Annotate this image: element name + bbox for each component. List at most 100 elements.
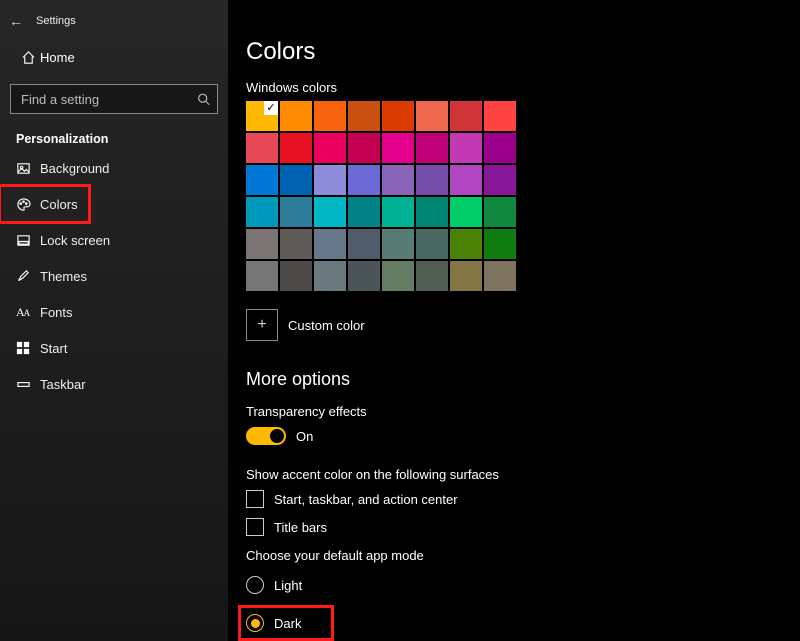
sidebar: ← Settings Home Personalization Backgrou… <box>0 0 228 641</box>
color-swatch[interactable] <box>246 133 278 163</box>
color-swatch[interactable] <box>382 165 414 195</box>
page-title: Colors <box>246 38 800 66</box>
sidebar-item-home[interactable]: Home <box>0 40 228 74</box>
radio-dark[interactable]: Dark <box>246 609 800 637</box>
nav-label: Fonts <box>40 305 73 320</box>
color-swatch[interactable] <box>416 101 448 131</box>
color-swatch[interactable] <box>450 229 482 259</box>
color-swatch[interactable] <box>450 165 482 195</box>
color-swatch[interactable] <box>246 261 278 291</box>
color-swatch[interactable] <box>450 197 482 227</box>
color-swatch[interactable] <box>348 197 380 227</box>
color-swatch[interactable] <box>450 261 482 291</box>
custom-color-label: Custom color <box>288 318 365 333</box>
radio-light[interactable]: Light <box>246 571 800 599</box>
toggle-switch-icon <box>246 427 286 445</box>
custom-color-button[interactable]: + Custom color <box>246 309 800 341</box>
nav-label: Taskbar <box>40 377 86 392</box>
color-swatch[interactable] <box>348 165 380 195</box>
nav-label: Colors <box>40 197 78 212</box>
color-swatch[interactable] <box>246 197 278 227</box>
color-swatch[interactable] <box>382 197 414 227</box>
radio-icon <box>246 576 264 594</box>
color-swatch[interactable] <box>314 101 346 131</box>
color-swatch[interactable] <box>416 261 448 291</box>
color-swatch[interactable] <box>484 197 516 227</box>
brush-icon <box>16 269 40 284</box>
transparency-toggle[interactable]: On <box>246 427 800 445</box>
color-swatch[interactable] <box>246 165 278 195</box>
sidebar-item-lock-screen[interactable]: Lock screen <box>0 222 228 258</box>
color-swatch[interactable] <box>314 165 346 195</box>
color-swatch[interactable] <box>246 229 278 259</box>
color-swatch[interactable] <box>450 101 482 131</box>
swatch-label: Windows colors <box>246 80 800 95</box>
color-swatch[interactable] <box>348 133 380 163</box>
sidebar-item-background[interactable]: Background <box>0 150 228 186</box>
lock-icon <box>16 233 40 248</box>
color-swatch[interactable] <box>382 229 414 259</box>
color-swatch[interactable] <box>280 133 312 163</box>
radio-label: Light <box>274 578 302 593</box>
checkbox-label: Start, taskbar, and action center <box>274 492 458 507</box>
start-icon <box>16 341 40 355</box>
color-swatch[interactable] <box>484 261 516 291</box>
sidebar-item-fonts[interactable]: AAFonts <box>0 294 228 330</box>
color-swatch[interactable] <box>450 133 482 163</box>
color-swatch[interactable] <box>416 133 448 163</box>
color-swatch[interactable] <box>314 197 346 227</box>
window-title: Settings <box>36 15 76 27</box>
color-swatch[interactable] <box>416 197 448 227</box>
checkbox-start-taskbar-and-action-center[interactable]: Start, taskbar, and action center <box>246 490 800 508</box>
search-wrap <box>10 84 218 114</box>
color-swatch[interactable] <box>280 229 312 259</box>
color-swatch[interactable] <box>348 101 380 131</box>
nav-label: Lock screen <box>40 233 110 248</box>
color-swatch[interactable] <box>280 197 312 227</box>
plus-icon: + <box>246 309 278 341</box>
nav-list: Background Colors Lock screen Themes AAFonts… <box>0 150 228 402</box>
color-swatch[interactable] <box>348 229 380 259</box>
picture-icon <box>16 161 40 176</box>
search-input[interactable] <box>10 84 218 114</box>
home-icon <box>16 50 40 65</box>
color-swatch[interactable] <box>382 133 414 163</box>
nav-label: Start <box>40 341 67 356</box>
color-swatch[interactable] <box>246 101 278 131</box>
color-swatch[interactable] <box>416 229 448 259</box>
color-swatch[interactable] <box>314 261 346 291</box>
sidebar-item-taskbar[interactable]: Taskbar <box>0 366 228 402</box>
sidebar-item-themes[interactable]: Themes <box>0 258 228 294</box>
titlebar: ← Settings <box>0 6 228 36</box>
nav-label: Themes <box>40 269 87 284</box>
more-options-header: More options <box>246 369 800 390</box>
color-swatch[interactable] <box>280 261 312 291</box>
color-swatch[interactable] <box>348 261 380 291</box>
back-icon[interactable]: ← <box>6 13 26 29</box>
color-swatch-grid <box>246 101 516 291</box>
sidebar-item-colors[interactable]: Colors <box>0 186 89 222</box>
color-swatch[interactable] <box>416 165 448 195</box>
color-swatch[interactable] <box>314 229 346 259</box>
sidebar-item-start[interactable]: Start <box>0 330 228 366</box>
checkbox-label: Title bars <box>274 520 327 535</box>
main-panel: Colors Windows colors + Custom color Mor… <box>228 0 800 641</box>
search-icon <box>197 93 210 106</box>
checkbox-title-bars[interactable]: Title bars <box>246 518 800 536</box>
radio-label: Dark <box>274 616 301 631</box>
accent-surfaces-label: Show accent color on the following surfa… <box>246 467 800 482</box>
color-swatch[interactable] <box>280 101 312 131</box>
fonts-icon: AA <box>16 305 40 320</box>
color-swatch[interactable] <box>382 261 414 291</box>
color-swatch[interactable] <box>382 101 414 131</box>
color-swatch[interactable] <box>484 101 516 131</box>
color-swatch[interactable] <box>484 133 516 163</box>
color-swatch[interactable] <box>280 165 312 195</box>
app-mode-label: Choose your default app mode <box>246 548 800 563</box>
color-swatch[interactable] <box>484 229 516 259</box>
color-swatch[interactable] <box>484 165 516 195</box>
taskbar-icon <box>16 377 40 392</box>
checkbox-icon <box>246 490 264 508</box>
color-swatch[interactable] <box>314 133 346 163</box>
transparency-label: Transparency effects <box>246 404 800 419</box>
